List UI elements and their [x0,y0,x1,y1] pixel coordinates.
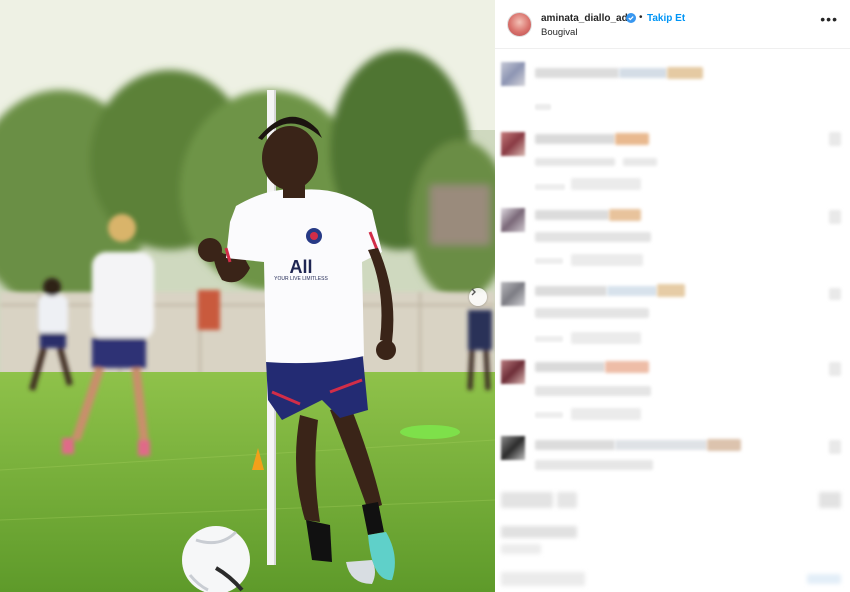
action-icons[interactable] [501,492,553,508]
like-icon[interactable] [829,132,841,146]
commenter-avatar[interactable] [501,208,525,232]
comments-list [495,48,850,592]
like-icon[interactable] [829,210,841,224]
redacted-text [571,254,643,266]
redacted-text [607,286,657,296]
verified-badge-icon [626,13,636,23]
like-icon[interactable] [829,288,841,300]
redacted-text [535,362,605,372]
redacted-text [535,336,563,342]
commenter-avatar[interactable] [501,282,525,306]
redacted-text [571,178,641,190]
commenter-avatar[interactable] [501,360,525,384]
redacted-text [571,332,641,344]
redacted-text [535,386,651,396]
commenter-avatar[interactable] [501,436,525,460]
action-icons[interactable] [557,492,577,508]
username-link[interactable]: aminata_diallo_ad [541,13,628,24]
redacted-text [619,68,667,78]
post-sidebar: aminata_diallo_ad • Takip Et Bougival ••… [495,0,850,592]
more-options-icon[interactable]: ••• [820,12,838,26]
redacted-text [615,440,707,450]
redacted-text [535,134,615,144]
redacted-text [535,286,607,296]
chevron-right-icon [471,288,476,296]
save-icon[interactable] [819,492,841,508]
redacted-text [667,67,703,79]
redacted-text [535,232,651,242]
follow-button[interactable]: Takip Et [647,13,685,24]
redacted-text [535,308,649,318]
redacted-text [535,210,609,220]
redacted-text [501,544,541,554]
separator-dot: • [639,12,643,23]
redacted-text [535,68,619,78]
redacted-text [605,361,649,373]
like-icon[interactable] [829,440,841,454]
avatar[interactable] [507,12,532,37]
like-icon[interactable] [829,362,841,376]
post-header: aminata_diallo_ad • Takip Et Bougival ••… [495,0,850,49]
redacted-text [707,439,741,451]
redacted-text [615,133,649,145]
redacted-text [535,258,563,264]
commenter-avatar[interactable] [501,62,525,86]
next-image-button[interactable] [469,288,487,306]
redacted-text [501,526,577,538]
photo-scene [0,0,495,592]
redacted-text [535,440,615,450]
redacted-text [807,574,841,584]
commenter-avatar[interactable] [501,132,525,156]
location-link[interactable]: Bougival [541,27,577,38]
jersey-sponsor: All YOUR LIVE LIMITLESS [274,257,328,282]
post-photo[interactable]: All YOUR LIVE LIMITLESS [0,0,495,592]
redacted-text [501,572,585,586]
redacted-text [609,209,641,221]
redacted-text [571,408,641,420]
redacted-text [657,284,685,297]
redacted-text [535,184,565,190]
redacted-text [535,158,615,166]
redacted-text [535,412,563,418]
redacted-text [535,460,653,470]
redacted-text [535,104,551,110]
redacted-text [623,158,657,166]
